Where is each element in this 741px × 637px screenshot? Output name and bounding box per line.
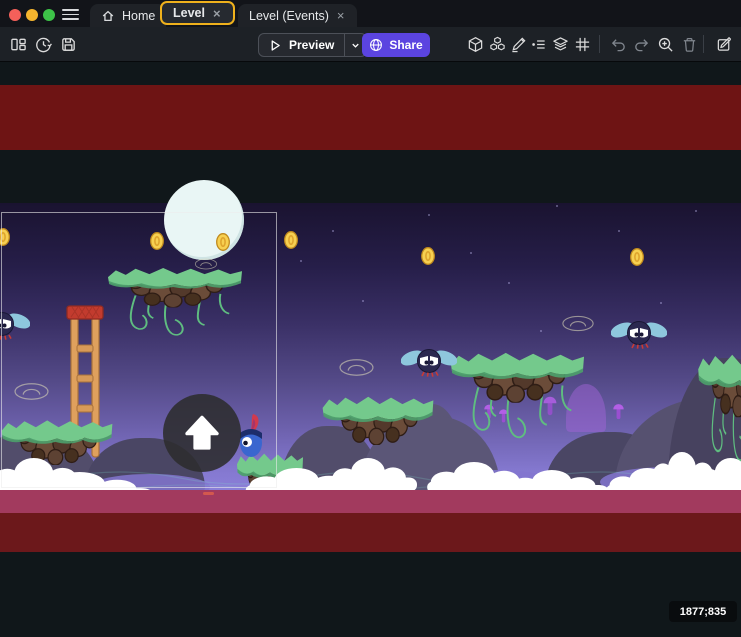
title-tab-bar: Home Level × Level (Events) × (0, 0, 741, 27)
cursor-coordinates-badge: 1877;835 (669, 601, 737, 622)
camera-bounds-border (1, 212, 277, 488)
star (428, 214, 430, 216)
close-icon[interactable]: × (336, 9, 346, 22)
lava-band-top[interactable] (0, 85, 741, 150)
tab-level-events[interactable]: Level (Events) × (238, 4, 357, 27)
grass-platform-sprite[interactable] (321, 393, 435, 445)
object-groups-icon[interactable] (486, 33, 508, 55)
redo-icon[interactable] (630, 33, 652, 55)
undo-icon[interactable] (607, 33, 629, 55)
flying-enemy-sprite[interactable] (611, 315, 667, 351)
ground-strip-dark-red[interactable] (0, 513, 741, 552)
coin-sprite[interactable] (284, 231, 298, 249)
mushroom-sprite (612, 400, 625, 420)
zoom-in-icon[interactable] (654, 33, 676, 55)
objects-icon[interactable] (464, 33, 486, 55)
window-minimize-button[interactable] (26, 9, 38, 21)
history-icon[interactable] (32, 33, 54, 55)
globe-icon (369, 38, 383, 52)
home-icon (101, 9, 115, 23)
star (618, 230, 620, 232)
window-zoom-button[interactable] (43, 9, 55, 21)
flying-enemy-sprite[interactable] (401, 343, 457, 379)
tab-home[interactable]: Home (90, 4, 166, 27)
toolbar-divider (703, 35, 704, 53)
star (660, 302, 662, 304)
ground-strip-pink[interactable] (0, 490, 741, 513)
hamburger-menu-icon[interactable] (62, 9, 79, 20)
tab-label: Home (122, 9, 155, 23)
tab-level[interactable]: Level × (160, 1, 235, 25)
star (540, 330, 542, 332)
preview-button[interactable]: Preview (258, 33, 367, 57)
wind-swirl-sprite[interactable] (561, 313, 595, 334)
star (362, 300, 364, 302)
tab-label: Level (173, 6, 205, 20)
star (470, 252, 472, 254)
grass-platform-sprite[interactable] (449, 349, 586, 445)
save-icon[interactable] (57, 33, 79, 55)
close-icon[interactable]: × (212, 7, 222, 20)
chevron-down-icon (350, 40, 361, 51)
star (695, 210, 697, 212)
star (332, 230, 334, 232)
editor-toolbar: Preview Share (0, 27, 741, 62)
coin-sprite[interactable] (421, 247, 435, 265)
star (508, 282, 510, 284)
rename-icon[interactable] (713, 33, 735, 55)
toolbar-divider (599, 35, 600, 53)
share-label: Share (389, 38, 422, 52)
panels-icon[interactable] (7, 33, 29, 55)
coin-sprite[interactable] (630, 248, 644, 266)
play-icon (269, 39, 282, 52)
preview-label: Preview (289, 38, 334, 52)
scene-editor-canvas[interactable]: 1877;835 (0, 62, 741, 637)
cloud-sprite (323, 458, 423, 492)
trash-icon[interactable] (678, 33, 700, 55)
tab-label: Level (Events) (249, 9, 329, 23)
wind-swirl-sprite[interactable] (338, 357, 375, 378)
window-close-button[interactable] (9, 9, 21, 21)
grid-icon[interactable] (571, 33, 593, 55)
instances-list-icon[interactable] (527, 33, 549, 55)
ground-mark (203, 492, 214, 495)
layers-icon[interactable] (549, 33, 571, 55)
share-button[interactable]: Share (362, 33, 430, 57)
star (300, 260, 302, 262)
cloud-sprite (688, 458, 741, 494)
edit-pencil-icon[interactable] (507, 33, 529, 55)
star (556, 205, 558, 207)
